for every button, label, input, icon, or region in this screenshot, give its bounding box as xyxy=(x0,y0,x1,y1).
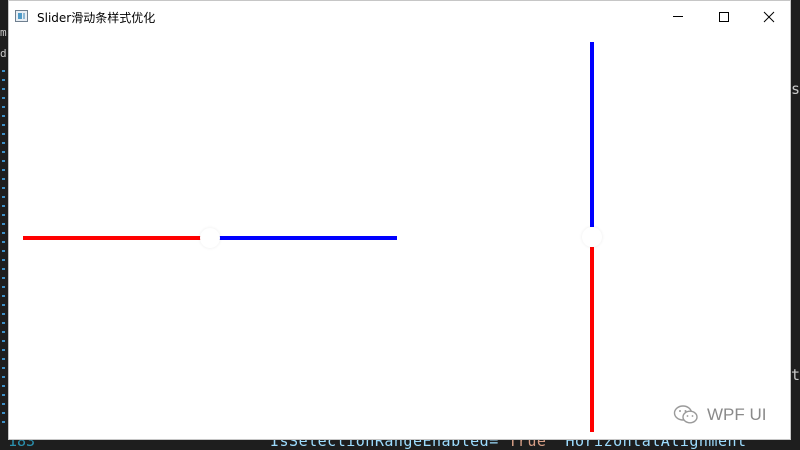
window-title: Slider滑动条样式优化 xyxy=(37,11,156,25)
vertical-slider-thumb[interactable] xyxy=(582,227,602,247)
close-icon xyxy=(763,11,775,22)
maximize-icon xyxy=(719,11,729,22)
horizontal-slider[interactable] xyxy=(23,227,397,249)
horizontal-slider-thumb[interactable] xyxy=(200,228,220,248)
close-button[interactable] xyxy=(746,1,792,32)
editor-fragment: d xyxy=(0,47,7,60)
watermark: WPF UI xyxy=(673,404,767,426)
watermark-text: WPF UI xyxy=(707,405,767,424)
title-bar[interactable]: Slider滑动条样式优化 xyxy=(9,1,790,32)
editor-gutter-markers xyxy=(2,70,5,430)
minimize-icon xyxy=(673,16,683,17)
horizontal-slider-track[interactable] xyxy=(209,236,397,240)
background-editor-right: s t xyxy=(790,0,800,450)
editor-fragment: s xyxy=(790,80,800,98)
vertical-slider[interactable] xyxy=(581,42,603,432)
app-window-icon xyxy=(15,10,28,22)
editor-fragment: m xyxy=(0,26,7,39)
maximize-button[interactable] xyxy=(701,1,747,32)
vertical-slider-track[interactable] xyxy=(590,42,594,227)
horizontal-slider-selection-range[interactable] xyxy=(23,236,209,240)
editor-fragment: t xyxy=(790,366,800,384)
minimize-button[interactable] xyxy=(655,1,701,32)
app-window: Slider滑动条样式优化 WPF UI xyxy=(8,0,791,440)
vertical-slider-selection-range[interactable] xyxy=(590,247,594,432)
wechat-icon xyxy=(673,405,698,424)
background-editor-left: m d xyxy=(0,0,8,450)
